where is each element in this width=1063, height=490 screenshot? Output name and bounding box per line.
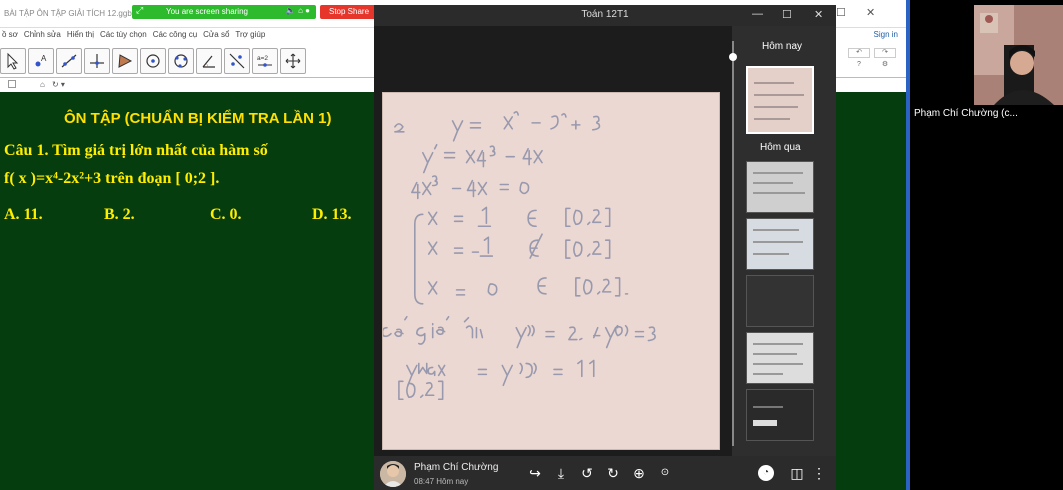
help-icon[interactable]: ? bbox=[848, 61, 870, 71]
menu-item-window[interactable]: Cửa sổ bbox=[203, 30, 229, 39]
screen-sharing-banner: ⤢ You are screen sharing 🔈 ⌂ ● bbox=[132, 5, 316, 19]
geogebra-menu: ồ sơ Chỉnh sửa Hiển thị Các tùy chọn Các… bbox=[2, 30, 265, 39]
download-icon[interactable]: ⤓ bbox=[552, 464, 570, 482]
tool-point[interactable]: A bbox=[28, 48, 54, 74]
timeline-track[interactable] bbox=[729, 41, 737, 446]
avatar-image bbox=[380, 461, 406, 487]
tool-reflect[interactable] bbox=[224, 48, 250, 74]
circle-points-icon bbox=[174, 54, 188, 68]
timeline-label-today: Hôm nay bbox=[762, 41, 803, 52]
avatar bbox=[380, 461, 406, 487]
close-icon[interactable]: ✕ bbox=[814, 8, 823, 21]
thumbnail[interactable] bbox=[746, 389, 814, 441]
photo-area bbox=[374, 26, 732, 456]
answer-options: A. 11. B. 2. C. 0. D. 13. bbox=[4, 206, 374, 228]
answer-b: B. 2. bbox=[104, 206, 135, 223]
answer-c: C. 0. bbox=[210, 206, 242, 223]
rotate-right-icon[interactable]: ↻ bbox=[604, 464, 622, 482]
handwriting-image bbox=[381, 93, 719, 449]
menu-item-options[interactable]: Các tùy chọn bbox=[100, 30, 147, 39]
slider-icon: a=2 bbox=[257, 55, 272, 67]
menu-item-help[interactable]: Trợ giúp bbox=[235, 30, 265, 39]
sent-time: 08:47 Hôm nay bbox=[414, 477, 469, 486]
cursor-icon bbox=[7, 52, 19, 70]
maximize-icon[interactable]: ☐ bbox=[782, 8, 792, 21]
thumbnail-current[interactable] bbox=[746, 66, 814, 134]
timeline-handle[interactable] bbox=[729, 53, 737, 61]
tool-slider[interactable]: a=2 bbox=[252, 48, 278, 74]
tool-angle[interactable] bbox=[196, 48, 222, 74]
question-text-line-2: f( x )=x⁴-2x²+3 trên đoạn [ 0;2 ]. bbox=[4, 170, 220, 187]
circle-icon bbox=[146, 54, 160, 68]
line-icon bbox=[61, 54, 77, 68]
svg-text:A: A bbox=[41, 54, 47, 63]
stop-share-button[interactable]: Stop Share bbox=[320, 5, 378, 19]
layout-icon[interactable]: ◫ bbox=[788, 464, 806, 482]
thumbnail[interactable] bbox=[746, 161, 814, 213]
share-status-icon: ⤢ bbox=[136, 5, 144, 15]
actual-size-icon[interactable]: ⊙ bbox=[656, 464, 674, 482]
undo-icon[interactable]: ↶ bbox=[848, 48, 870, 58]
tool-move[interactable] bbox=[0, 48, 26, 74]
menu-item-view[interactable]: Hiển thị bbox=[67, 30, 94, 39]
point-icon: A bbox=[35, 54, 47, 67]
tool-move-view[interactable] bbox=[280, 48, 306, 74]
answer-d: D. 13. bbox=[312, 206, 352, 223]
geogebra-title: BÀI TẬP ÔN TẬP GIẢI TÍCH 12.ggb bbox=[4, 9, 132, 18]
home-icon[interactable]: ⌂ bbox=[40, 80, 45, 89]
thumbnail[interactable] bbox=[746, 218, 814, 270]
thumbnail[interactable] bbox=[746, 332, 814, 384]
tool-circle[interactable] bbox=[140, 48, 166, 74]
share-control-icons[interactable]: 🔈 ⌂ ● bbox=[286, 6, 310, 15]
menu-item-file[interactable]: ồ sơ bbox=[2, 30, 18, 39]
photo-timeline: Hôm nay Hôm qua bbox=[729, 26, 836, 456]
minimize-icon[interactable]: — bbox=[752, 8, 763, 20]
viewer-title: Toán 12T1 bbox=[581, 9, 629, 20]
tool-line[interactable] bbox=[56, 48, 82, 74]
sign-in-link[interactable]: Sign in bbox=[874, 30, 898, 39]
participant-video bbox=[974, 5, 1063, 105]
move-view-icon bbox=[285, 53, 301, 69]
sender-name: Phạm Chí Chường bbox=[414, 462, 499, 473]
question-text-line-1: Câu 1. Tìm giá trị lớn nhất của hàm số bbox=[4, 142, 268, 159]
geogebra-window-controls: ☐ ✕ bbox=[836, 6, 896, 22]
viewer-titlebar: Toán 12T1 — ☐ ✕ bbox=[374, 5, 836, 26]
webcam-image bbox=[974, 5, 1063, 105]
svg-text:a=2: a=2 bbox=[257, 55, 268, 62]
participant-panel: Phạm Chí Chường (c... bbox=[910, 0, 1063, 490]
rotate-left-icon[interactable]: ↺ bbox=[578, 464, 596, 482]
answer-a: A. 11. bbox=[4, 206, 43, 223]
angle-icon bbox=[202, 55, 215, 68]
participant-name: Phạm Chí Chường (c... bbox=[914, 108, 1018, 119]
undo-redo-group: ↶ ↷ ? ⚙ bbox=[848, 48, 898, 72]
settings-icon[interactable]: ⚙ bbox=[874, 61, 896, 71]
timeline-label-yesterday: Hôm qua bbox=[760, 142, 801, 153]
thumbnail[interactable] bbox=[746, 275, 814, 327]
tool-circle-three-points[interactable] bbox=[168, 48, 194, 74]
redo-icon[interactable]: ↷ bbox=[874, 48, 896, 58]
photo-viewer-window: Toán 12T1 — ☐ ✕ Hôm nay Hôm qua Phạm Chí… bbox=[374, 5, 836, 490]
share-icon[interactable]: ↪ bbox=[526, 464, 544, 482]
polygon-icon bbox=[118, 54, 133, 68]
maximize-icon[interactable]: ☐ bbox=[836, 6, 846, 19]
mark-icon[interactable]: ◔ bbox=[758, 465, 774, 481]
handwritten-solution-photo bbox=[381, 92, 720, 450]
screen-sharing-text: You are screen sharing bbox=[166, 7, 248, 16]
viewer-bottom-bar: Phạm Chí Chường 08:47 Hôm nay ↪ ⤓ ↺ ↻ ⊕ … bbox=[374, 456, 836, 490]
toggle-icon[interactable] bbox=[8, 80, 16, 88]
close-icon[interactable]: ✕ bbox=[866, 6, 875, 19]
menu-item-edit[interactable]: Chỉnh sửa bbox=[24, 30, 61, 39]
refresh-icon[interactable]: ↻ ▾ bbox=[52, 80, 65, 89]
tool-polygon[interactable] bbox=[112, 48, 138, 74]
zoom-in-icon[interactable]: ⊕ bbox=[630, 464, 648, 482]
reflect-icon bbox=[229, 53, 245, 69]
screen: BÀI TẬP ÔN TẬP GIẢI TÍCH 12.ggb ☐ ✕ ồ sơ… bbox=[0, 0, 1063, 490]
menu-item-tools[interactable]: Các công cụ bbox=[153, 30, 197, 39]
tool-perpendicular[interactable] bbox=[84, 48, 110, 74]
more-options-icon[interactable]: ⋮ bbox=[810, 464, 828, 482]
lesson-heading: ÔN TẬP (CHUẨN BỊ KIỂM TRA LẦN 1) bbox=[64, 110, 332, 127]
perpendicular-icon bbox=[90, 54, 104, 68]
